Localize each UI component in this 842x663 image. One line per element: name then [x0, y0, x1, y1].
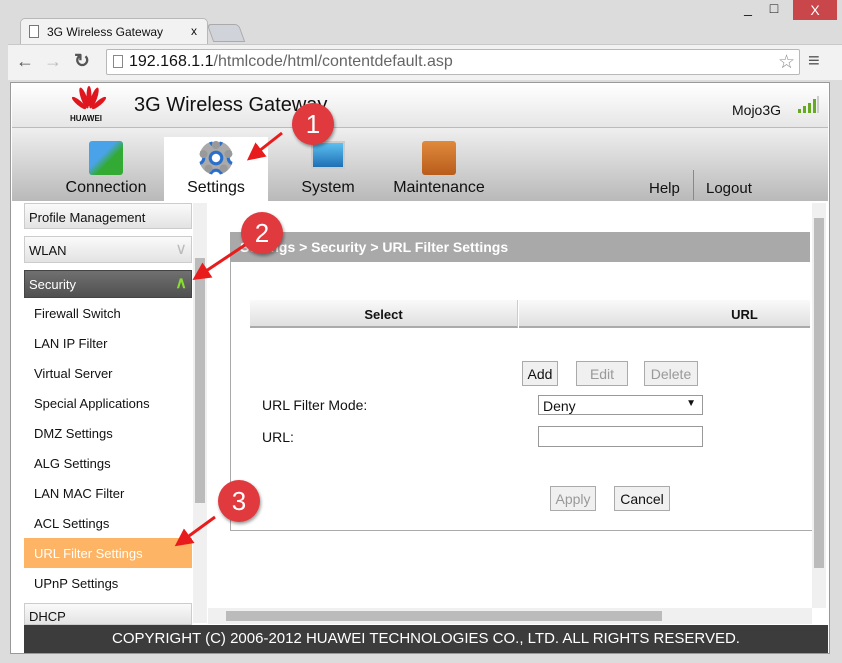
scrollbar-thumb[interactable] [814, 218, 824, 568]
sidebar-item-acl-settings[interactable]: ACL Settings [24, 508, 192, 538]
nav-label: Connection [65, 179, 147, 196]
nav-label: System [301, 179, 355, 196]
edit-button[interactable]: Edit [576, 361, 628, 386]
url-label: URL: [262, 429, 294, 445]
sidebar-scrollbar[interactable] [193, 203, 207, 623]
minimize-button[interactable]: _ [738, 0, 758, 20]
cancel-button[interactable]: Cancel [614, 486, 670, 511]
tab-close-icon[interactable]: x [191, 24, 197, 38]
footer-copyright: COPYRIGHT (C) 2006-2012 HUAWEI TECHNOLOG… [24, 625, 828, 653]
nav-system[interactable]: System [280, 137, 376, 201]
nav-label: Maintenance [393, 179, 485, 196]
back-icon[interactable]: ← [16, 51, 34, 72]
address-bar[interactable]: 192.168.1.1/htmlcode/html/contentdefault… [106, 49, 800, 75]
sidebar-security[interactable]: Security ∧ [24, 270, 192, 298]
monitor-icon [311, 141, 345, 169]
callout-1: 1 [292, 103, 334, 145]
sidebar-item-lan-mac-filter[interactable]: LAN MAC Filter [24, 478, 192, 508]
nav-divider [693, 170, 694, 200]
sidebar-dhcp[interactable]: DHCP [24, 603, 192, 625]
reload-icon[interactable]: ↻ [74, 50, 90, 73]
signal-strength-icon [798, 96, 819, 113]
sidebar-label: Security [29, 277, 76, 292]
delete-button[interactable]: Delete [644, 361, 698, 386]
forward-icon[interactable]: → [44, 51, 62, 72]
help-link[interactable]: Help [649, 180, 680, 197]
chevron-up-icon: ∧ [175, 275, 187, 292]
callout-3: 3 [218, 480, 260, 522]
logo-text: HUAWEI [70, 114, 102, 123]
page-icon [29, 25, 39, 38]
apply-button[interactable]: Apply [550, 486, 596, 511]
scrollbar-thumb[interactable] [226, 611, 662, 621]
sidebar-item-upnp-settings[interactable]: UPnP Settings [24, 568, 192, 598]
column-header-select: Select [250, 300, 518, 328]
url-filter-mode-label: URL Filter Mode: [262, 397, 368, 413]
url-input[interactable] [538, 426, 703, 447]
close-window-button[interactable]: X [793, 0, 837, 20]
breadcrumb: Settings > Security > URL Filter Setting… [230, 232, 810, 262]
callout-2: 2 [241, 212, 283, 254]
sidebar-item-dmz-settings[interactable]: DMZ Settings [24, 418, 192, 448]
url-path: /htmlcode/html/contentdefault.asp [213, 53, 453, 70]
tab-title: 3G Wireless Gateway [47, 25, 164, 39]
sidebar-item-firewall-switch[interactable]: Firewall Switch [24, 298, 192, 328]
url-host: 192.168.1.1 [129, 53, 214, 70]
page-icon [113, 55, 123, 68]
sidebar-item-lan-ip-filter[interactable]: LAN IP Filter [24, 328, 192, 358]
sidebar-item-special-applications[interactable]: Special Applications [24, 388, 192, 418]
url-filter-mode-select[interactable]: Deny ▼ [538, 395, 703, 415]
sidebar-item-virtual-server[interactable]: Virtual Server [24, 358, 192, 388]
bookmark-star-icon[interactable]: ☆ [778, 51, 795, 74]
browser-tab[interactable]: 3G Wireless Gateway x [20, 18, 208, 44]
page-header: HUAWEI 3G Wireless Gateway Mojo3G [12, 84, 828, 128]
select-value: Deny [543, 398, 576, 414]
dropdown-arrow-icon: ▼ [686, 398, 696, 409]
new-tab-button[interactable] [206, 24, 246, 42]
nav-maintenance[interactable]: Maintenance [386, 137, 492, 201]
nav-settings[interactable]: Settings [164, 137, 268, 201]
menu-icon[interactable]: ≡ [808, 50, 820, 73]
main-horizontal-scrollbar[interactable] [208, 608, 812, 624]
gear-icon [199, 141, 233, 175]
main-vertical-scrollbar[interactable] [812, 203, 826, 608]
toolbox-icon [422, 141, 456, 175]
nav-label: Settings [187, 179, 245, 196]
logout-link[interactable]: Logout [706, 180, 752, 197]
add-button[interactable]: Add [522, 361, 558, 386]
maximize-button[interactable]: □ [762, 0, 786, 20]
network-name: Mojo3G [732, 102, 782, 118]
column-header-url: URL [519, 300, 810, 328]
huawei-logo [71, 86, 107, 110]
sidebar-item-url-filter-settings[interactable]: URL Filter Settings [24, 538, 192, 568]
sidebar-profile-management[interactable]: Profile Management [24, 203, 192, 229]
nav-connection[interactable]: Connection [56, 137, 156, 201]
sidebar-item-alg-settings[interactable]: ALG Settings [24, 448, 192, 478]
chevron-down-icon: ∨ [175, 241, 187, 258]
scrollbar-thumb[interactable] [195, 258, 205, 503]
connection-icon [89, 141, 123, 175]
sidebar-wlan[interactable]: WLAN ∨ [24, 236, 192, 263]
sidebar-label: WLAN [29, 243, 67, 258]
